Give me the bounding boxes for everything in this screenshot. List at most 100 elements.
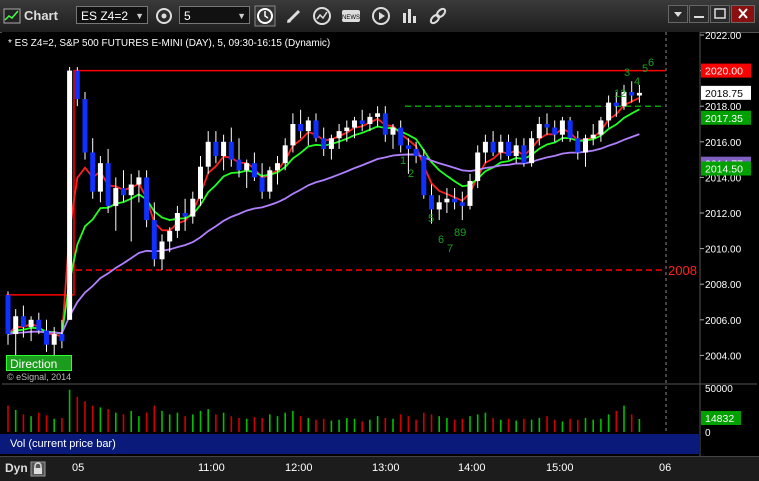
price-candle[interactable] (421, 148, 427, 199)
price-badge-label: 2020.00 (705, 66, 743, 78)
candle-body (13, 316, 19, 335)
lock-icon[interactable] (30, 461, 46, 477)
candle-body (151, 220, 157, 260)
price-tick-label: 2006.00 (705, 316, 742, 327)
esignal-watermark: © eSignal, 2014 (7, 372, 72, 382)
volume-tick-label: 0 (705, 428, 711, 439)
candle-body (182, 213, 188, 217)
candle-body (298, 124, 304, 132)
candle-body (575, 138, 581, 153)
volume-badge: 14832 (701, 411, 741, 425)
time-tick-label: 13:00 (372, 462, 400, 474)
count-annotation: 1 (400, 155, 406, 167)
time-tick-label: 06 (659, 462, 672, 474)
candle-body (398, 127, 404, 146)
candle-body (521, 145, 527, 164)
candle-body (105, 163, 111, 206)
candle-body (429, 195, 434, 210)
volume-study-label[interactable]: Vol (current price bar) (0, 434, 700, 454)
candle-body (490, 141, 496, 153)
candle-body (44, 330, 49, 345)
candle-body (221, 141, 227, 157)
candle-body (5, 294, 11, 335)
candle-body (275, 163, 280, 171)
candle-body (251, 163, 257, 178)
direction-button[interactable]: Direction (6, 355, 72, 371)
candle-body (613, 102, 619, 107)
candle-body (159, 241, 165, 260)
candle-body (606, 102, 612, 121)
candle-body (475, 152, 481, 181)
candle-body (506, 141, 511, 157)
count-annotation: 2 (408, 168, 414, 180)
price-tick-label: 2022.00 (705, 31, 742, 42)
price-tick-label: 2008.00 (705, 280, 742, 291)
candle-body (244, 163, 250, 171)
candle-body (74, 70, 80, 100)
candle-body (559, 120, 565, 135)
time-tick-label: 11:00 (198, 462, 225, 474)
chart-window: Chart ES Z4=2 ▼ 5 ▼ NEWS 2008 1 2 5 6 7 … (0, 0, 759, 481)
price-candle[interactable] (144, 170, 150, 228)
candle-body (59, 334, 65, 342)
candle-body (544, 124, 550, 128)
candle-body (452, 198, 458, 203)
candle-body (359, 120, 365, 124)
count-annotation: 6 (438, 234, 444, 246)
candle-body (583, 138, 588, 153)
candle-body (459, 202, 465, 206)
candle-body (121, 188, 126, 196)
candle-body (282, 145, 288, 164)
candle-body (367, 116, 373, 124)
price-badge: 2018.75 (701, 85, 751, 100)
candle-body (174, 213, 180, 231)
candle-body (290, 124, 296, 146)
candle-body (113, 188, 119, 206)
candle-body (536, 124, 542, 139)
candle-body (328, 138, 334, 149)
candle-body (90, 152, 96, 192)
price-candle[interactable] (82, 91, 88, 160)
candle-body (20, 316, 26, 327)
candle-body (629, 91, 635, 96)
price-tick-label: 2016.00 (705, 138, 742, 149)
candle-body (552, 127, 558, 135)
candle-body (51, 334, 57, 345)
dynamic-mode-label: Dyn (5, 461, 28, 475)
count-annotation: 5 (428, 213, 434, 225)
candle-body (144, 177, 150, 221)
candle-body (513, 145, 519, 157)
candle-body (321, 138, 327, 149)
candle-body (352, 120, 357, 128)
time-tick-label: 12:00 (285, 462, 313, 474)
candle-body (467, 180, 473, 206)
price-badge: 2014.50 (701, 161, 751, 176)
price-badge-label: 2014.50 (705, 164, 743, 176)
price-candle[interactable] (67, 67, 73, 320)
price-tick-label: 2004.00 (705, 351, 742, 362)
candle-body (444, 198, 450, 203)
price-badge: 2020.00 (701, 63, 751, 78)
candle-body (382, 113, 388, 135)
candle-body (598, 120, 604, 135)
candle-body (636, 92, 642, 96)
count-annotation: 6 (648, 57, 654, 69)
candle-body (482, 141, 488, 153)
price-badge-label: 2017.35 (705, 113, 743, 125)
candle-body (228, 141, 234, 160)
price-chart[interactable]: 2008 1256789123456 2022.002020.002018.00… (0, 0, 759, 456)
candle-body (405, 145, 411, 149)
price-candle[interactable] (567, 116, 573, 142)
count-annotation: 7 (447, 243, 453, 255)
price-tick-label: 2012.00 (705, 209, 742, 220)
candle-body (313, 120, 319, 139)
candle-body (198, 166, 203, 199)
candle-body (305, 120, 311, 132)
time-tick-label: 05 (72, 462, 85, 474)
candle-body (190, 198, 196, 217)
count-annotation: 4 (634, 76, 640, 88)
candle-body (390, 127, 396, 135)
candle-body (167, 230, 173, 242)
count-annotation: 89 (454, 227, 466, 239)
time-axis: Dyn 05 11:00 12:00 13:00 14:00 15:00 06 (0, 456, 759, 481)
